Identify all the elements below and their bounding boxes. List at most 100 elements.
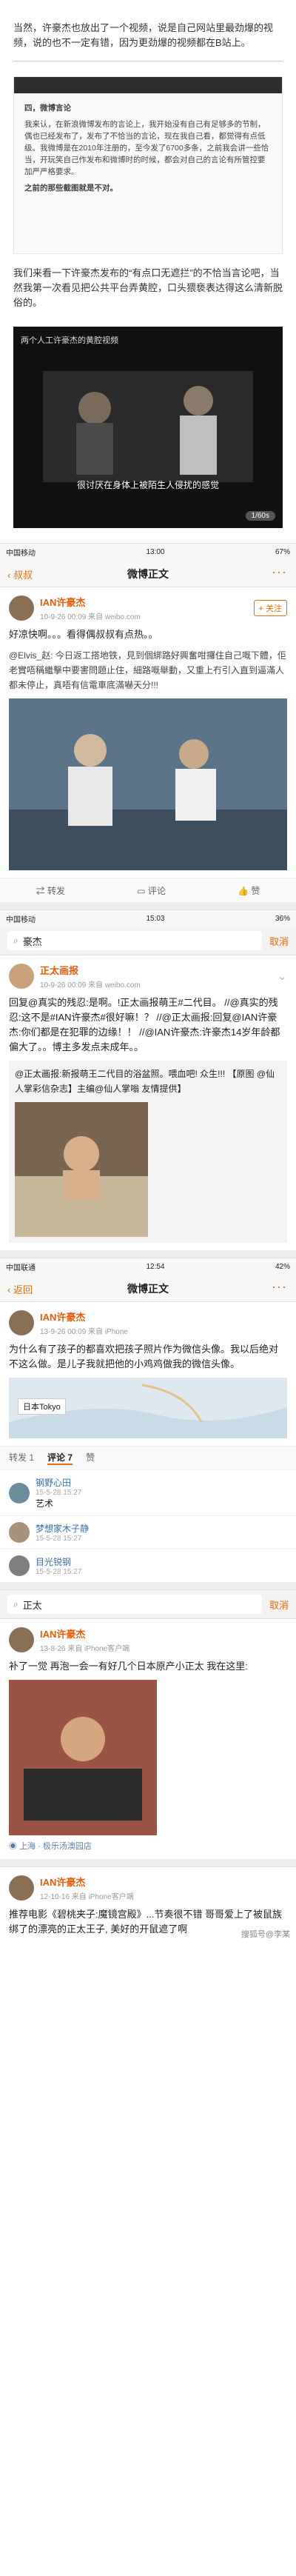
- page-title: 微博正文: [127, 1283, 169, 1295]
- comment-time: 15-5-28 15:27: [36, 1489, 82, 1497]
- like-label: 赞: [251, 885, 260, 896]
- quoted-photo[interactable]: [15, 1102, 148, 1237]
- comment-time: 15-5-28 15:27: [36, 1568, 82, 1576]
- screenshot-weibo-2: 中国移动 15:03 36% ⌕ 豪杰 取消 正太画报 10-9-26 00:0…: [0, 910, 296, 1250]
- tab-likes[interactable]: 赞: [86, 1451, 95, 1465]
- status-bar: 中国移动 15:03 36%: [0, 910, 296, 927]
- video-subtitle: 很讨厌在身体上被陌生人侵扰的感觉: [76, 480, 219, 490]
- repost-button[interactable]: ⇄ 转发: [36, 884, 65, 897]
- nav-bar: ‹ 叔叔 微博正文 ···: [0, 560, 296, 587]
- subway-photo-illustration: [9, 698, 287, 870]
- comment-text: 艺术: [36, 1498, 54, 1509]
- comment-button[interactable]: ▭ 评论: [137, 884, 166, 897]
- clock-label: 12:54: [146, 1262, 165, 1271]
- comment-author[interactable]: 梦想家木子静: [36, 1522, 89, 1535]
- location-tag[interactable]: ◉ 上海 · 极乐汤澳园店: [9, 1840, 287, 1852]
- avatar[interactable]: [9, 964, 34, 989]
- document-tail: 之前的那些截图就是不对。: [24, 184, 118, 193]
- gap: [0, 1859, 296, 1866]
- search-icon: ⌕: [13, 1598, 18, 1609]
- carrier-label: 中国移动: [6, 549, 36, 558]
- status-bar: 中国移动 13:00 67%: [0, 544, 296, 560]
- avatar[interactable]: [9, 1555, 30, 1576]
- bath-photo-illustration: [15, 1102, 148, 1237]
- avatar[interactable]: [9, 595, 34, 621]
- weibo-post: 正太画报 10-9-26 00:09 来自 weibo.com ⌄ 回复@真实的…: [0, 955, 296, 1250]
- cancel-button[interactable]: 取消: [269, 1598, 289, 1612]
- post-photo[interactable]: [9, 698, 287, 870]
- more-icon[interactable]: ···: [272, 564, 287, 580]
- screenshot-weibo-4: ⌕ 正太 取消 IAN许豪杰 13-8-26 来自 iPhone客户端 补了一觉…: [0, 1589, 296, 1859]
- gap: [0, 1582, 296, 1589]
- more-icon[interactable]: ···: [272, 1279, 287, 1295]
- search-input[interactable]: ⌕ 正太: [7, 1595, 262, 1614]
- post-header: IAN许豪杰 12-10-16 来自 iPhone客户端: [9, 1875, 287, 1901]
- avatar[interactable]: [9, 1522, 30, 1543]
- post-text: 好凉快啊。。。看得偶叔叔有点热。。: [9, 629, 158, 640]
- gap: [0, 902, 296, 910]
- chevron-down-icon[interactable]: ⌄: [278, 969, 287, 984]
- comment-time: 15-5-28 15:27: [36, 1535, 82, 1543]
- comment-item[interactable]: 梦想家木子静 15-5-28 15:27: [0, 1515, 296, 1549]
- like-button[interactable]: 👍 赞: [238, 884, 260, 897]
- tab-comments[interactable]: 评论 7: [47, 1451, 73, 1465]
- post-meta: 12-10-16 来自 iPhone客户端: [40, 1893, 134, 1901]
- second-paragraph: 我们来看一下许豪杰发布的“有点口无遮拦”的不恰当言论吧，当然我第一次看见把公共平…: [13, 267, 283, 308]
- video-player[interactable]: 两个人工许豪杰的黄腔视频 很讨厌在身体上被陌生人侵扰的感觉 1/60s: [13, 327, 283, 528]
- quoted-text: @正太画报:新报萌王二代目的浴盆照。喂血吧! 众生!!! 【原图 @仙人掌彩信杂…: [15, 1069, 275, 1094]
- user-name[interactable]: IAN许豪杰: [40, 1626, 130, 1641]
- post-text: 为什么有了孩子的都喜欢把孩子照片作为微信头像。我以后绝对不这么做。是儿子我就把他…: [9, 1344, 279, 1369]
- user-name[interactable]: IAN许豪杰: [40, 595, 141, 609]
- map-pin-label: 日本Tokyo: [18, 1398, 66, 1415]
- post-header: IAN许豪杰 13-8-26 来自 iPhone客户端: [9, 1626, 287, 1653]
- avatar[interactable]: [9, 1482, 30, 1504]
- post-meta: 10-9-26 00:09 来自 weibo.com: [40, 981, 141, 990]
- comment-icon: ▭: [137, 885, 148, 896]
- repost-text: @Elvis_赵: 今日返工搭地铁，見到個綁路好興奮咁攞住自己嘅下體，佢老實唔稱…: [9, 650, 286, 690]
- intro-paragraph: 当然，许豪杰也放出了一个视频，说是自己网站里最劲爆的视频，说的也不一定有错，因为…: [13, 22, 274, 48]
- search-input[interactable]: ⌕ 豪杰: [7, 931, 262, 950]
- user-name[interactable]: IAN许豪杰: [40, 1309, 128, 1324]
- user-name[interactable]: 正太画报: [40, 963, 141, 977]
- comment-author[interactable]: 钢野心田: [36, 1476, 81, 1489]
- post-text: 回复@真实的残忍:是啊。!正太画报萌王#二代目。 //@真实的残忍:这不是#IA…: [9, 997, 280, 1052]
- screenshot-weibo-1: 中国移动 13:00 67% ‹ 叔叔 微博正文 ··· IAN许豪杰 10-9…: [0, 543, 296, 902]
- location-label: 上海 · 极乐汤澳园店: [19, 1842, 92, 1851]
- follow-button[interactable]: + 关注: [253, 600, 287, 616]
- post-header: 正太画报 10-9-26 00:09 来自 weibo.com ⌄: [9, 963, 287, 990]
- clock-label: 15:03: [146, 914, 165, 923]
- avatar[interactable]: [9, 1310, 34, 1335]
- document-screenshot: 四，微博言论 我来认，在新浪微博发布的言论上，我开始没有自己有足够多的节制，偶也…: [13, 76, 283, 254]
- avatar[interactable]: [9, 1875, 34, 1901]
- carrier-label: 中国移动: [6, 915, 36, 924]
- weibo-post: IAN许豪杰 13-9-26 00:09 来自 iPhone 为什么有了孩子的都…: [0, 1302, 296, 1446]
- repost-label: 转发: [47, 885, 65, 896]
- screenshot-weibo-3: 中国联通 12:54 42% ‹ 返回 微博正文 ··· IAN许豪杰 13-9…: [0, 1258, 296, 1582]
- post-header: IAN许豪杰 13-9-26 00:09 来自 iPhone: [9, 1309, 287, 1336]
- search-icon: ⌕: [13, 935, 18, 946]
- document-header: 四，微博言论: [24, 104, 71, 113]
- post-photo[interactable]: [9, 1680, 157, 1835]
- comment-author[interactable]: 目光锐钢: [36, 1555, 81, 1568]
- tab-repost[interactable]: 转发 1: [9, 1451, 34, 1465]
- quoted-post[interactable]: @正太画报:新报萌王二代目的浴盆照。喂血吧! 众生!!! 【原图 @仙人掌彩信杂…: [9, 1061, 287, 1243]
- video-progress-pill[interactable]: 1/60s: [245, 511, 275, 521]
- article: 当然，许豪杰也放出了一个视频，说是自己网站里最劲爆的视频，说的也不一定有错，因为…: [0, 0, 296, 1944]
- user-name[interactable]: IAN许豪杰: [40, 1875, 134, 1889]
- repost-icon: ⇄: [36, 885, 47, 896]
- search-value: 正太: [22, 1599, 42, 1611]
- comment-item[interactable]: 目光锐钢 15-5-28 15:27: [0, 1549, 296, 1582]
- post-meta: 10-9-26 00:09 来自 weibo.com: [40, 613, 141, 621]
- screenshot-weibo-5: IAN许豪杰 12-10-16 来自 iPhone客户端 推荐电影《碧桃夹子:魔…: [0, 1866, 296, 1944]
- location-map[interactable]: 日本Tokyo: [9, 1378, 287, 1438]
- weibo-post: IAN许豪杰 10-9-26 00:09 来自 weibo.com + 关注 好…: [0, 587, 296, 878]
- battery-label: 67%: [275, 547, 290, 556]
- search-value: 豪杰: [22, 935, 42, 947]
- document-body: 四，微博言论 我来认，在新浪微博发布的言论上，我开始没有自己有足够多的节制，偶也…: [14, 93, 282, 203]
- avatar[interactable]: [9, 1627, 34, 1652]
- battery-label: 42%: [275, 1262, 290, 1271]
- cancel-button[interactable]: 取消: [269, 934, 289, 948]
- search-bar: ⌕ 正太 取消: [0, 1590, 296, 1619]
- document-text: 我来认，在新浪微博发布的言论上，我开始没有自己有足够多的节制，偶也已经发布了，发…: [24, 120, 269, 176]
- comment-item[interactable]: 钢野心田 15-5-28 15:27 艺术: [0, 1469, 296, 1515]
